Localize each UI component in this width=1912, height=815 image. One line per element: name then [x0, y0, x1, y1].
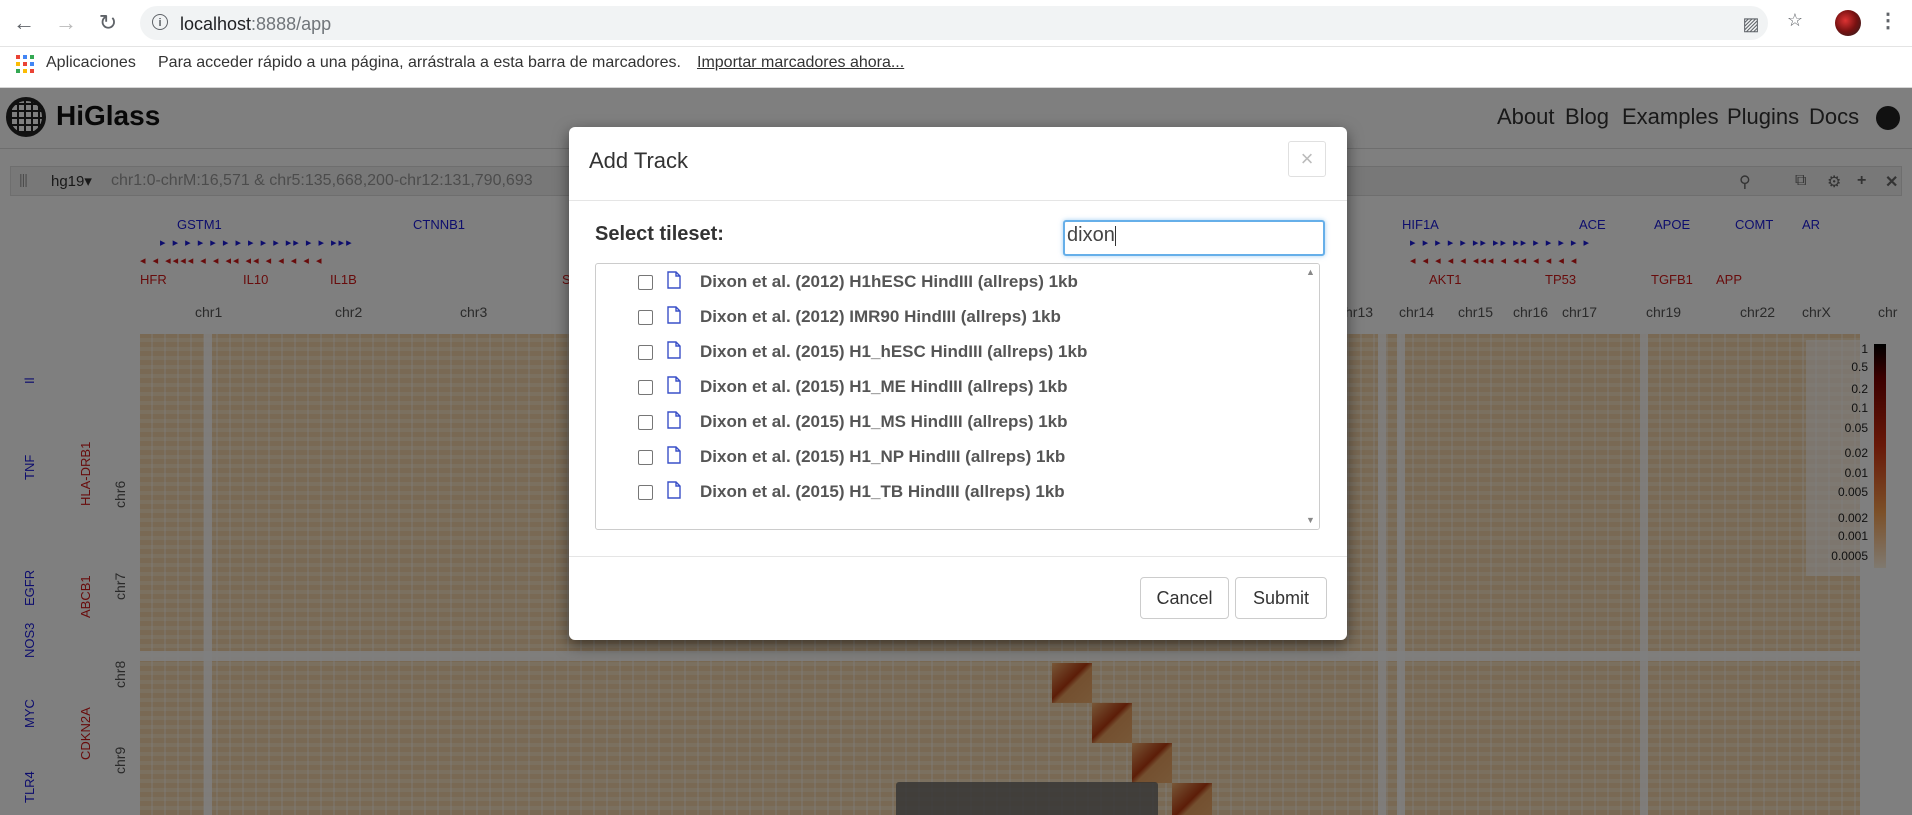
tileset-label[interactable]: Dixon et al. (2015) H1_ME HindIII (allre…	[700, 377, 1068, 397]
file-icon	[667, 341, 681, 359]
import-bookmarks-link[interactable]: Importar marcadores ahora...	[697, 54, 904, 72]
apps-icon[interactable]	[16, 55, 34, 73]
status-panel	[896, 782, 1158, 815]
close-button[interactable]: ×	[1288, 141, 1326, 177]
reload-icon[interactable]: ↻	[94, 9, 122, 37]
url-text: localhost:8888/app	[180, 14, 332, 34]
tileset-label[interactable]: Dixon et al. (2015) H1_NP HindIII (allre…	[700, 447, 1065, 467]
list-scrollbar[interactable]: ▲ ▼	[1303, 264, 1319, 529]
tileset-label[interactable]: Dixon et al. (2015) H1_MS HindIII (allre…	[700, 412, 1068, 432]
scroll-down-icon[interactable]: ▼	[1306, 515, 1315, 525]
forward-icon[interactable]: →	[52, 9, 80, 37]
tileset-checkbox[interactable]	[638, 310, 653, 325]
tileset-checkbox[interactable]	[638, 415, 653, 430]
scroll-up-icon[interactable]: ▲	[1306, 267, 1315, 277]
tileset-label[interactable]: Dixon et al. (2012) H1hESC HindIII (allr…	[700, 272, 1078, 292]
cancel-button[interactable]: Cancel	[1140, 577, 1229, 619]
file-icon	[667, 376, 681, 394]
tileset-label[interactable]: Dixon et al. (2015) H1_hESC HindIII (all…	[700, 342, 1087, 362]
file-icon	[667, 306, 681, 324]
file-icon	[667, 271, 681, 289]
translate-icon[interactable]: ▨	[1740, 14, 1762, 34]
list-item[interactable]: Dixon et al. (2015) H1_ME HindIII (allre…	[596, 371, 1302, 406]
file-icon	[667, 446, 681, 464]
menu-icon[interactable]: ⋮	[1878, 8, 1898, 33]
address-bar[interactable]: i localhost:8888/app ▨	[140, 6, 1768, 40]
dialog-title: Add Track	[589, 148, 689, 173]
list-item[interactable]: Dixon et al. (2012) IMR90 HindIII (allre…	[596, 301, 1302, 336]
star-icon[interactable]: ☆	[1784, 10, 1806, 30]
browser-toolbar: ← → ↻ i localhost:8888/app ▨ ☆ ⋮	[0, 0, 1912, 47]
file-icon	[667, 481, 681, 499]
select-tileset-label: Select tileset:	[595, 223, 724, 245]
file-icon	[667, 411, 681, 429]
tileset-search-input[interactable]: dixon	[1063, 220, 1325, 256]
back-icon[interactable]: ←	[10, 9, 38, 37]
list-item[interactable]: Dixon et al. (2015) H1_NP HindIII (allre…	[596, 441, 1302, 476]
tileset-label[interactable]: Dixon et al. (2012) IMR90 HindIII (allre…	[700, 307, 1061, 327]
list-item[interactable]: Dixon et al. (2015) H1_MS HindIII (allre…	[596, 406, 1302, 441]
list-item[interactable]: Dixon et al. (2015) H1_hESC HindIII (all…	[596, 336, 1302, 371]
list-item[interactable]: Dixon et al. (2012) H1hESC HindIII (allr…	[596, 266, 1302, 301]
bookmarks-hint: Para acceder rápido a una página, arrást…	[158, 54, 681, 71]
tileset-list[interactable]: Dixon et al. (2012) H1hESC HindIII (allr…	[595, 263, 1320, 530]
apps-label[interactable]: Aplicaciones	[46, 54, 136, 72]
tileset-checkbox[interactable]	[638, 380, 653, 395]
tileset-checkbox[interactable]	[638, 345, 653, 360]
tileset-label[interactable]: Dixon et al. (2015) H1_TB HindIII (allre…	[700, 482, 1065, 502]
info-icon[interactable]: i	[152, 14, 168, 30]
submit-button[interactable]: Submit	[1235, 577, 1327, 619]
tileset-checkbox[interactable]	[638, 450, 653, 465]
avatar[interactable]	[1835, 10, 1861, 36]
bookmarks-bar: Aplicaciones Para acceder rápido a una p…	[0, 47, 1912, 88]
tileset-checkbox[interactable]	[638, 275, 653, 290]
divider	[569, 200, 1347, 201]
tileset-checkbox[interactable]	[638, 485, 653, 500]
add-track-dialog: Add Track × Select tileset: dixon Dixon …	[569, 127, 1347, 640]
divider	[569, 556, 1347, 557]
list-item[interactable]: Dixon et al. (2015) H1_TB HindIII (allre…	[596, 476, 1302, 511]
